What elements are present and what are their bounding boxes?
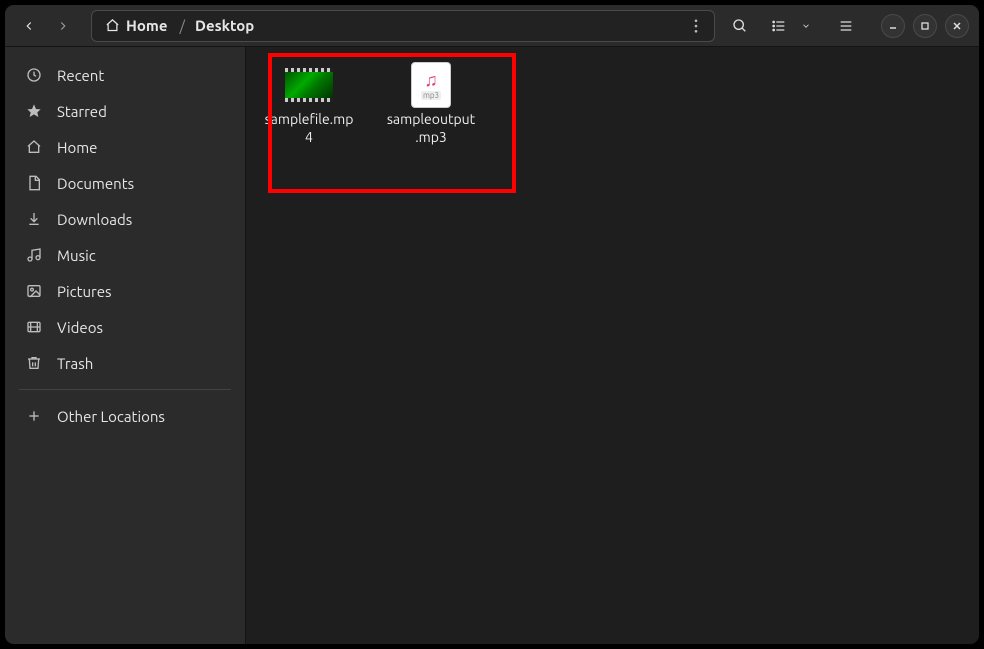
path-separator: /: [177, 17, 187, 34]
sidebar-item-label: Starred: [57, 103, 107, 120]
sidebar-item-home[interactable]: Home: [5, 129, 245, 165]
nav-arrows: [15, 12, 77, 40]
file-ext-label: mp3: [421, 91, 441, 100]
chevron-down-icon: [801, 21, 811, 31]
video-file-icon: [285, 68, 333, 102]
sidebar-item-label: Downloads: [57, 211, 132, 228]
view-controls: [765, 10, 821, 42]
window-close-button[interactable]: [945, 14, 969, 38]
sidebar-item-label: Other Locations: [57, 408, 165, 425]
search-icon: [732, 18, 748, 34]
sidebar-item-music[interactable]: Music: [5, 237, 245, 273]
list-icon: [771, 18, 787, 34]
audio-file-icon: ♫ mp3: [411, 62, 451, 108]
window-minimize-button[interactable]: [881, 14, 905, 38]
video-icon: [25, 318, 43, 336]
file-item[interactable]: samplefile.mp4: [264, 63, 354, 146]
close-icon: [952, 21, 962, 31]
file-grid[interactable]: samplefile.mp4 ♫ mp3 sampleoutput.mp3: [246, 47, 979, 644]
window-body: Recent Starred Home Documents Downloads …: [5, 47, 979, 644]
maximize-icon: [920, 21, 930, 31]
path-segment-label: Desktop: [195, 17, 254, 34]
music-icon: [25, 246, 43, 264]
file-name-label: sampleoutput.mp3: [386, 111, 476, 146]
path-bar[interactable]: Home / Desktop: [91, 10, 715, 42]
window-controls: [881, 14, 969, 38]
sidebar-item-recent[interactable]: Recent: [5, 57, 245, 93]
path-segment-home[interactable]: Home: [96, 13, 177, 38]
search-button[interactable]: [723, 10, 757, 42]
star-icon: [25, 102, 43, 120]
sidebar-item-label: Music: [57, 247, 96, 264]
clock-icon: [25, 66, 43, 84]
file-name-label: samplefile.mp4: [264, 111, 354, 146]
sidebar-item-documents[interactable]: Documents: [5, 165, 245, 201]
document-icon: [25, 174, 43, 192]
file-item[interactable]: ♫ mp3 sampleoutput.mp3: [386, 63, 476, 146]
sidebar-item-pictures[interactable]: Pictures: [5, 273, 245, 309]
sidebar-item-label: Documents: [57, 175, 134, 192]
sidebar: Recent Starred Home Documents Downloads …: [5, 47, 246, 644]
nav-forward-button[interactable]: [49, 12, 77, 40]
sidebar-item-other-locations[interactable]: Other Locations: [5, 398, 245, 434]
minimize-icon: [888, 21, 898, 31]
sidebar-item-label: Pictures: [57, 283, 112, 300]
file-manager-window: Home / Desktop: [4, 4, 980, 645]
home-icon: [104, 18, 120, 34]
chevron-right-icon: [56, 19, 70, 33]
path-menu-button[interactable]: [682, 14, 710, 38]
music-note-icon: ♫: [424, 71, 438, 89]
sidebar-item-label: Home: [57, 139, 97, 156]
path-segment-label: Home: [126, 17, 167, 34]
sidebar-item-starred[interactable]: Starred: [5, 93, 245, 129]
window-maximize-button[interactable]: [913, 14, 937, 38]
kebab-icon: [694, 19, 698, 33]
plus-icon: [25, 407, 43, 425]
sidebar-separator: [19, 389, 231, 390]
sidebar-item-label: Recent: [57, 67, 104, 84]
titlebar: Home / Desktop: [5, 5, 979, 47]
sidebar-item-downloads[interactable]: Downloads: [5, 201, 245, 237]
view-dropdown-button[interactable]: [793, 10, 821, 42]
hamburger-icon: [838, 18, 854, 34]
sidebar-item-videos[interactable]: Videos: [5, 309, 245, 345]
view-list-button[interactable]: [765, 10, 793, 42]
trash-icon: [25, 354, 43, 372]
file-thumbnail: [285, 67, 333, 103]
home-icon: [25, 138, 43, 156]
sidebar-item-trash[interactable]: Trash: [5, 345, 245, 381]
chevron-left-icon: [22, 19, 36, 33]
path-segment-desktop[interactable]: Desktop: [187, 13, 264, 38]
sidebar-item-label: Trash: [57, 355, 93, 372]
download-icon: [25, 210, 43, 228]
nav-back-button[interactable]: [15, 12, 43, 40]
hamburger-menu-button[interactable]: [829, 10, 863, 42]
sidebar-item-label: Videos: [57, 319, 103, 336]
picture-icon: [25, 282, 43, 300]
file-thumbnail: ♫ mp3: [407, 67, 455, 103]
